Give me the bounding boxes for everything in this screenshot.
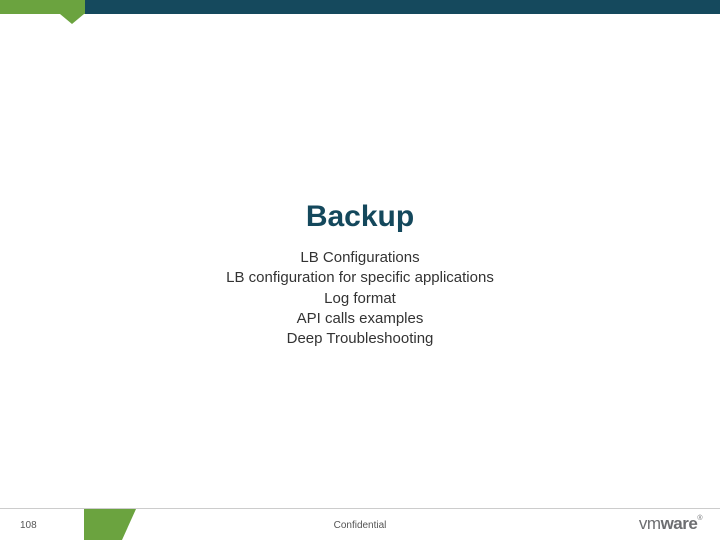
top-accent-green xyxy=(0,0,85,14)
logo-ware: ware xyxy=(661,514,698,533)
footer-accent-block xyxy=(84,509,122,540)
slide-content: Backup LB Configurations LB configuratio… xyxy=(0,200,720,349)
confidential-label: Confidential xyxy=(334,520,387,531)
slide-item: API calls examples xyxy=(0,309,720,329)
logo-registered: ® xyxy=(697,515,702,522)
slide-footer: 108 Confidential vmware® xyxy=(0,508,720,540)
slide-item: Log format xyxy=(0,289,720,309)
logo-vm: vm xyxy=(639,514,661,533)
accent-triangle-icon xyxy=(60,14,84,24)
slide-title: Backup xyxy=(0,200,720,234)
page-number: 108 xyxy=(20,520,37,531)
slide-items: LB Configurations LB configuration for s… xyxy=(0,248,720,349)
top-accent-teal xyxy=(85,0,720,14)
slide-item: Deep Troubleshooting xyxy=(0,329,720,349)
vmware-logo: vmware® xyxy=(639,514,702,534)
top-accent-bar xyxy=(0,0,720,14)
slide-item: LB configuration for specific applicatio… xyxy=(0,268,720,288)
slide-item: LB Configurations xyxy=(0,248,720,268)
